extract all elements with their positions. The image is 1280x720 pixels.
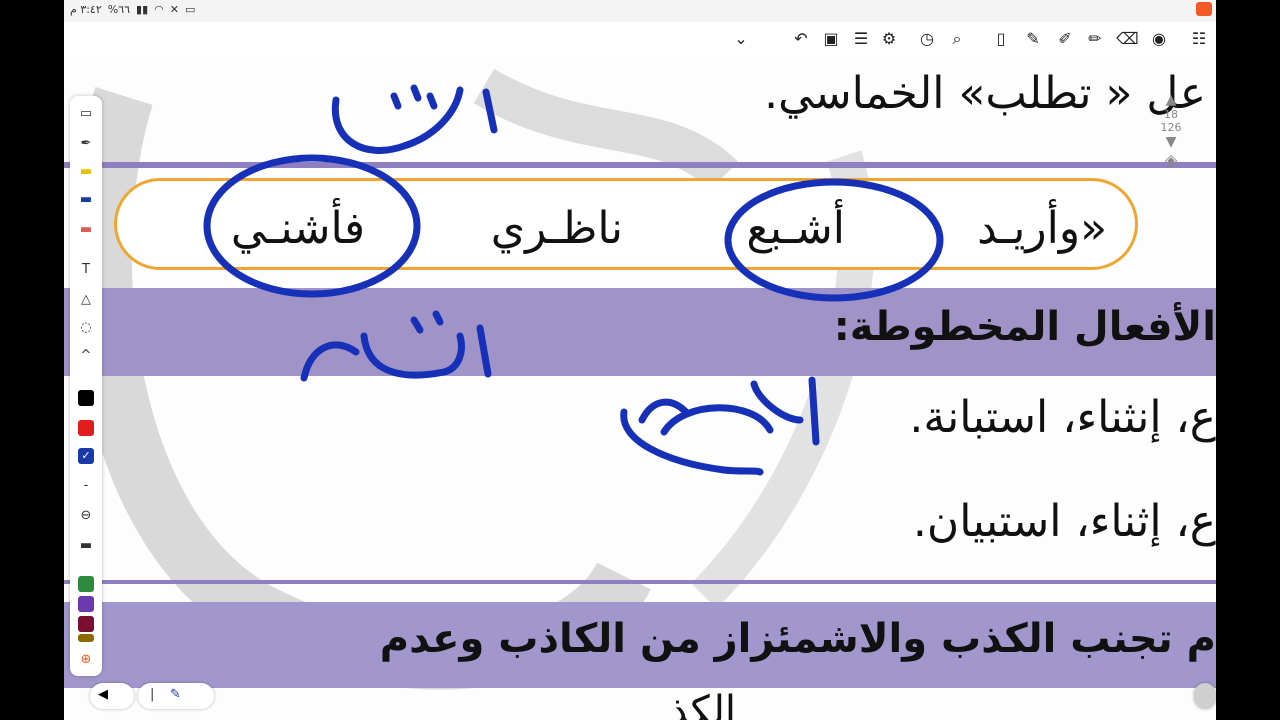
- section-heading: الأفعال المخطوطة:: [833, 304, 1216, 350]
- stroke-medium-icon[interactable]: ⊖: [76, 506, 96, 526]
- text-line-1: عل « تطلب» الخماسي.: [764, 68, 1206, 119]
- eraser-icon[interactable]: ⌫: [1116, 28, 1139, 50]
- bottom-band-text: م تجنب الكذب والاشمئزاز من الكاذب وعدم: [379, 616, 1216, 662]
- collapse-chevron-icon[interactable]: ^: [76, 346, 96, 366]
- page-up-icon[interactable]: ▲: [1156, 92, 1186, 108]
- chevron-down-icon[interactable]: ⌄: [730, 28, 752, 50]
- text-line-3: ع، إنثناء، استبانة.: [909, 392, 1216, 443]
- undo-icon[interactable]: ↶: [790, 28, 812, 50]
- page-down-icon[interactable]: ▼: [1156, 134, 1186, 150]
- color-swatch-olive[interactable]: [78, 634, 94, 642]
- color-swatch-purple[interactable]: [78, 596, 94, 612]
- settings-icon[interactable]: ⚙: [878, 28, 900, 50]
- highlighter-icon[interactable]: ✏: [1084, 28, 1106, 50]
- status-left: ٣:٤٢ م %٦٦ ▮▮ ◠ ✕ ▭: [70, 3, 195, 16]
- text-line-cut: الكذ: [669, 688, 736, 720]
- battery-level: %٦٦: [107, 3, 131, 16]
- page-tools-icon[interactable]: ▣: [820, 28, 842, 50]
- clock-icon[interactable]: ◷: [916, 28, 938, 50]
- divider-rule: [64, 162, 1216, 168]
- notes-icon[interactable]: ☷: [1188, 28, 1210, 50]
- current-page: 18: [1164, 108, 1178, 121]
- list-icon[interactable]: ☰: [850, 28, 872, 50]
- mute-icon: ✕: [169, 3, 179, 16]
- search-doc-icon[interactable]: ⌕: [946, 28, 968, 50]
- app-toolbar: ⌄ ↶ ▣ ☰ ⚙ ◷ ⌕ ▯ ✎ ✐ ✏ ⌫ ◉ ☷: [64, 22, 1216, 56]
- page-indicator: ▲ 18 126 ▼ ◈: [1156, 92, 1186, 169]
- layers-icon[interactable]: ◈: [1156, 150, 1186, 169]
- lasso-icon[interactable]: ◌: [76, 318, 96, 338]
- pill-word-2: أشـبع: [746, 203, 845, 254]
- status-time: ٣:٤٢ م: [70, 3, 102, 16]
- heading-band: الأفعال المخطوطة:: [64, 288, 1216, 376]
- nav-arrows[interactable]: ◀: [90, 683, 134, 709]
- highlighter-pen-icon[interactable]: ▬: [76, 162, 96, 182]
- document-page[interactable]: عل « تطلب» الخماسي. «وأريـد أشـبع ناظـري…: [64, 56, 1216, 720]
- add-color-icon[interactable]: ⊕: [76, 650, 96, 670]
- mic-icon[interactable]: ◉: [1148, 28, 1170, 50]
- fountain-pen-icon[interactable]: ✒: [76, 134, 96, 154]
- pill-word-4: فأشنـي: [230, 203, 365, 254]
- color-swatch-blue-selected[interactable]: ✓: [78, 448, 94, 464]
- mini-pen-icon[interactable]: |: [150, 687, 154, 702]
- highlighted-verse-box: «وأريـد أشـبع ناظـري فأشنـي: [114, 178, 1138, 270]
- color-swatch-green[interactable]: [78, 576, 94, 592]
- pen-mini-bar[interactable]: | ✎: [138, 683, 214, 709]
- pen-toolbar: ▭ ✒ ▬ ▬ ▬ T △ ◌ ^ ✓ - ⊖ ▬ ⊕: [70, 96, 102, 676]
- record-icon[interactable]: [1196, 2, 1212, 16]
- pill-word-3: ناظـري: [490, 203, 623, 254]
- eraser-tool-icon[interactable]: ▬: [76, 220, 96, 240]
- blue-pen-icon[interactable]: ▬: [76, 190, 96, 210]
- signal-icon: ▮▮: [136, 3, 149, 16]
- shapes-icon[interactable]: △: [76, 290, 96, 310]
- pen-preset-1-icon[interactable]: ▭: [76, 104, 96, 124]
- bottom-band: م تجنب الكذب والاشمئزاز من الكاذب وعدم: [64, 602, 1216, 688]
- lasso-pen-icon[interactable]: ✎: [1022, 28, 1044, 50]
- text-line-4: ع، إثناء، استبيان.: [912, 496, 1216, 547]
- stroke-thick-icon[interactable]: ▬: [76, 536, 96, 556]
- text-tool-icon[interactable]: T: [76, 260, 96, 280]
- divider-rule-2: [64, 580, 1216, 584]
- arrow-left-icon[interactable]: ◀: [98, 687, 108, 702]
- stroke-thin-icon[interactable]: -: [76, 476, 96, 496]
- status-bar: ٣:٤٢ م %٦٦ ▮▮ ◠ ✕ ▭: [64, 0, 1216, 22]
- total-pages: 126: [1160, 121, 1182, 134]
- wifi-icon: ◠: [154, 3, 164, 16]
- blank-page-icon[interactable]: ▯: [990, 28, 1012, 50]
- pill-word-1: «وأريـد: [977, 203, 1107, 254]
- color-swatch-black[interactable]: [78, 390, 94, 406]
- pen-icon[interactable]: ✐: [1054, 28, 1076, 50]
- color-swatch-maroon[interactable]: [78, 616, 94, 632]
- corner-button[interactable]: [1194, 683, 1216, 709]
- tablet-screen: ٣:٤٢ م %٦٦ ▮▮ ◠ ✕ ▭ ⌄ ↶ ▣ ☰ ⚙ ◷ ⌕ ▯ ✎ ✐ …: [64, 0, 1216, 720]
- mini-highlighter-icon[interactable]: ✎: [170, 687, 181, 702]
- color-swatch-red[interactable]: [78, 420, 94, 436]
- cast-icon: ▭: [184, 3, 196, 16]
